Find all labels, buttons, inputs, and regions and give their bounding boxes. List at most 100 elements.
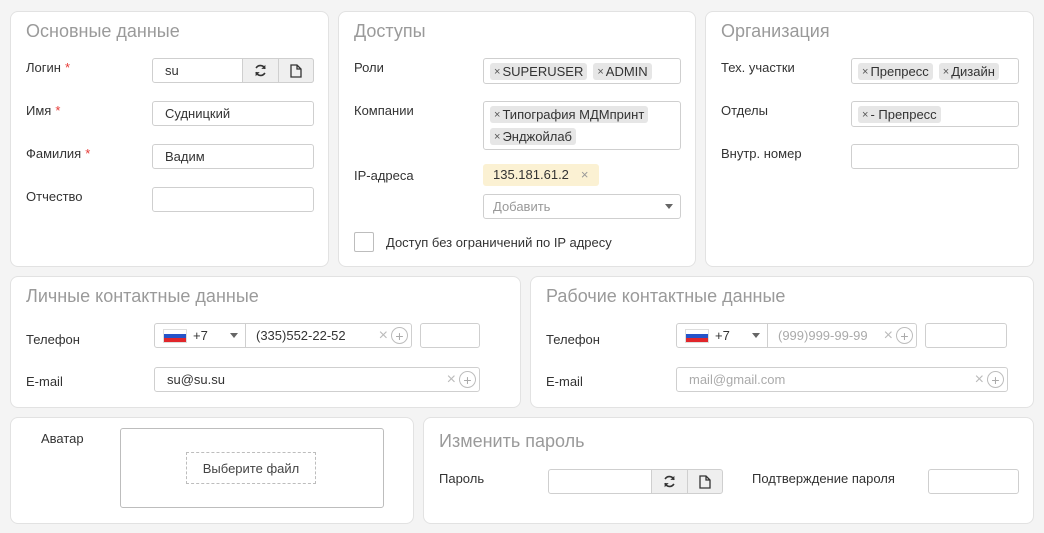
- document-icon: [699, 474, 711, 489]
- personal-phone-label: Телефон: [26, 332, 80, 347]
- work-country-code: +7: [715, 328, 730, 343]
- personal-phone-ext-input[interactable]: [420, 323, 480, 348]
- name-input[interactable]: [152, 101, 314, 126]
- clear-icon[interactable]: ×: [975, 371, 984, 388]
- work-phone-ext-input[interactable]: [925, 323, 1007, 348]
- personal-contacts-panel: Личные контактные данные Телефон +7 (335…: [10, 276, 521, 408]
- remove-tag-icon[interactable]: ×: [494, 66, 500, 78]
- roles-select[interactable]: × SUPERUSER × ADMIN: [483, 58, 681, 84]
- clear-icon[interactable]: ×: [884, 327, 893, 344]
- caret-down-icon: [752, 333, 760, 338]
- copy-password-button[interactable]: [687, 470, 722, 493]
- remove-tag-icon[interactable]: ×: [494, 131, 500, 143]
- add-circle-icon[interactable]: +: [896, 327, 913, 344]
- role-tag: × ADMIN: [593, 63, 652, 80]
- avatar-panel: Аватар Выберите файл: [10, 417, 414, 524]
- name-label: Имя *: [26, 103, 60, 118]
- work-country-select[interactable]: +7: [677, 324, 768, 347]
- remove-tag-icon[interactable]: ×: [494, 109, 500, 121]
- work-phone-field: +7 (999)999-99-99 × +: [676, 323, 917, 348]
- personal-phone-input[interactable]: (335)552-22-52 × +: [246, 324, 411, 347]
- organization-title: Организация: [721, 21, 830, 41]
- generate-password-button[interactable]: [652, 470, 687, 493]
- personal-country-select[interactable]: +7: [155, 324, 246, 347]
- work-phone-placeholder: (999)999-99-99: [778, 328, 868, 343]
- company-tag-label: Типография МДМпринт: [502, 107, 645, 122]
- patronymic-input[interactable]: [152, 187, 314, 212]
- confirm-password-input[interactable]: [928, 469, 1019, 494]
- role-tag: × SUPERUSER: [490, 63, 588, 80]
- add-circle-icon[interactable]: +: [459, 371, 476, 388]
- remove-ip-icon[interactable]: ×: [581, 167, 589, 182]
- sites-label: Тех. участки: [721, 60, 795, 75]
- name-label-text: Имя: [26, 103, 52, 118]
- sites-select[interactable]: × Препресс × Дизайн: [851, 58, 1019, 84]
- add-circle-icon[interactable]: +: [391, 327, 408, 344]
- department-tag-label: - Препресс: [870, 107, 937, 122]
- site-tag-label: Дизайн: [951, 64, 995, 79]
- companies-select[interactable]: × Типография МДМпринт × Энджойлаб: [483, 101, 681, 150]
- work-phone-label: Телефон: [546, 332, 600, 347]
- required-mark: *: [85, 146, 91, 161]
- departments-select[interactable]: × - Препресс: [851, 101, 1019, 127]
- ext-label: Внутр. номер: [721, 146, 802, 161]
- add-circle-icon[interactable]: +: [987, 371, 1004, 388]
- remove-tag-icon[interactable]: ×: [862, 66, 868, 78]
- personal-phone-value: (335)552-22-52: [256, 328, 346, 343]
- remove-tag-icon[interactable]: ×: [943, 66, 949, 78]
- caret-down-icon: [665, 204, 673, 209]
- remove-tag-icon[interactable]: ×: [862, 109, 868, 121]
- work-phone-input[interactable]: (999)999-99-99 × +: [768, 324, 916, 347]
- avatar-drop-area[interactable]: Выберите файл: [120, 428, 384, 508]
- role-tag-label: ADMIN: [605, 64, 648, 79]
- personal-country-code: +7: [193, 328, 208, 343]
- clear-icon[interactable]: ×: [447, 371, 456, 388]
- password-buttons: [651, 469, 723, 494]
- change-password-panel: Изменить пароль Пароль Подтверждение пар…: [423, 417, 1034, 524]
- caret-down-icon: [230, 333, 238, 338]
- login-label: Логин *: [26, 60, 70, 75]
- company-tag: × Типография МДМпринт: [490, 106, 649, 123]
- password-label: Пароль: [439, 471, 485, 486]
- ip-add-select[interactable]: Добавить: [483, 194, 681, 219]
- flag-stripe-red: [686, 337, 708, 342]
- document-icon: [290, 63, 302, 78]
- role-tag-label: SUPERUSER: [502, 64, 584, 79]
- personal-phone-actions: × +: [379, 327, 408, 344]
- departments-label: Отделы: [721, 103, 768, 118]
- organization-panel: Организация Тех. участки × Препресс × Диза…: [705, 11, 1034, 267]
- ip-value: 135.181.61.2: [493, 167, 569, 182]
- russia-flag-icon: [163, 328, 187, 343]
- personal-email-input[interactable]: su@su.su × +: [154, 367, 480, 392]
- department-tag: × - Препресс: [858, 106, 941, 123]
- no-ip-limit-checkbox[interactable]: [354, 232, 374, 252]
- required-mark: *: [55, 103, 61, 118]
- basic-data-title: Основные данные: [26, 21, 180, 41]
- work-contacts-title: Рабочие контактные данные: [546, 286, 786, 306]
- flag-stripe-red: [164, 337, 186, 342]
- ip-add-placeholder: Добавить: [493, 199, 551, 214]
- roles-label: Роли: [354, 60, 384, 75]
- work-contacts-panel: Рабочие контактные данные Телефон +7 (99…: [530, 276, 1034, 408]
- work-email-label: E-mail: [546, 374, 583, 389]
- remove-tag-icon[interactable]: ×: [597, 66, 603, 78]
- copy-login-button[interactable]: [278, 59, 313, 82]
- work-phone-actions: × +: [884, 327, 913, 344]
- surname-input[interactable]: [152, 144, 314, 169]
- no-ip-limit-label: Доступ без ограничений по IP адресу: [386, 235, 612, 250]
- password-input[interactable]: [549, 470, 652, 493]
- site-tag: × Препресс: [858, 63, 933, 80]
- login-input[interactable]: [153, 59, 243, 82]
- company-tag-label: Энджойлаб: [502, 129, 572, 144]
- generate-login-button[interactable]: [243, 59, 278, 82]
- patronymic-label: Отчество: [26, 189, 83, 204]
- choose-file-button[interactable]: Выберите файл: [186, 452, 316, 484]
- work-email-input[interactable]: mail@gmail.com × +: [676, 367, 1008, 392]
- clear-icon[interactable]: ×: [379, 327, 388, 344]
- refresh-icon: [255, 64, 266, 77]
- surname-label-text: Фамилия: [26, 146, 82, 161]
- surname-label: Фамилия *: [26, 146, 90, 161]
- personal-phone-field: +7 (335)552-22-52 × +: [154, 323, 412, 348]
- personal-email-actions: × +: [447, 371, 476, 388]
- ext-input[interactable]: [851, 144, 1019, 169]
